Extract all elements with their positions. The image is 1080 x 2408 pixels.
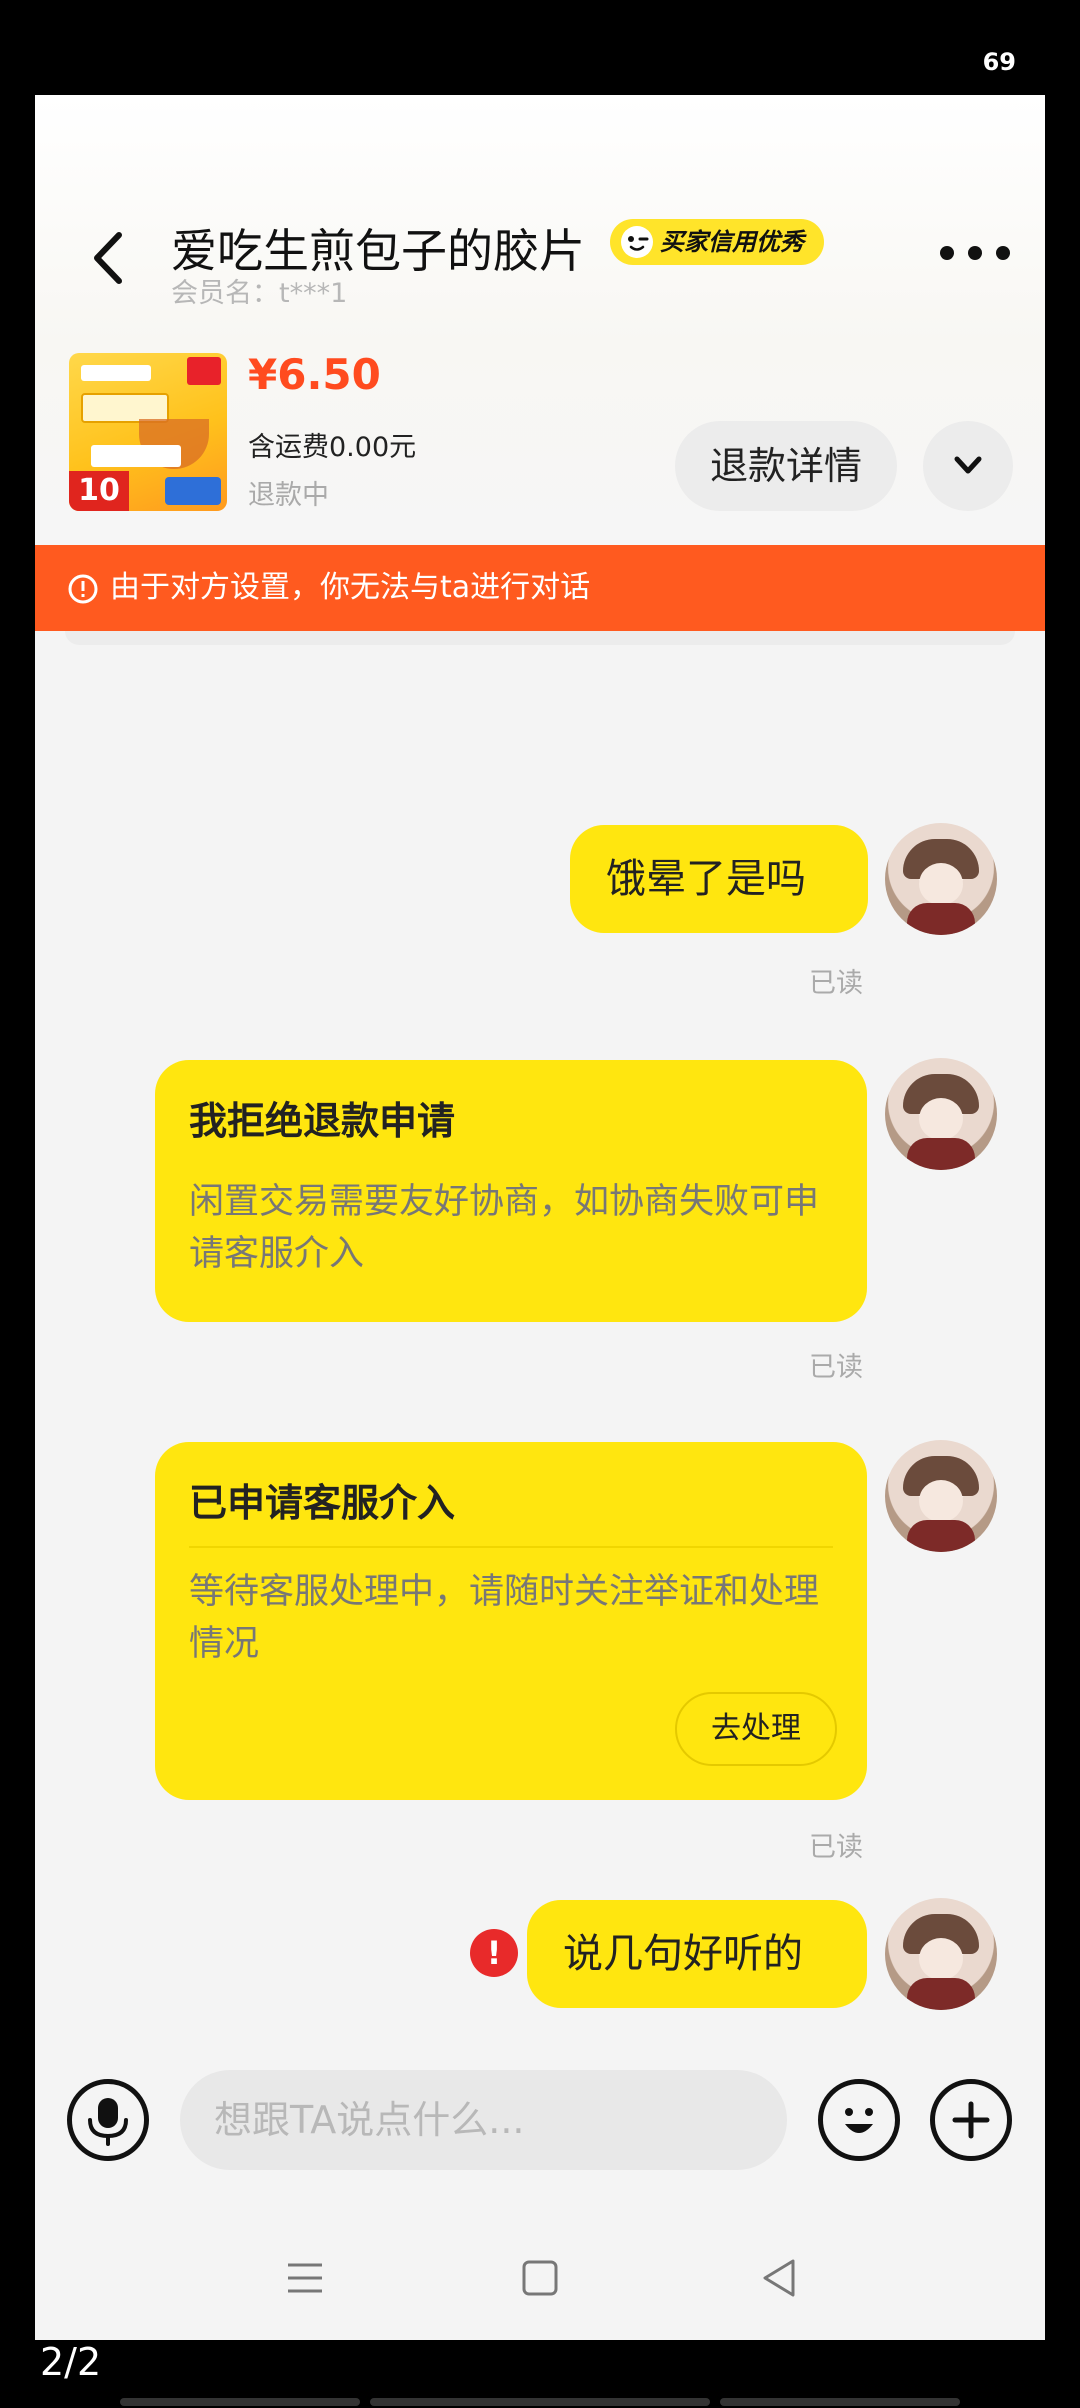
message-input[interactable] xyxy=(180,2070,787,2170)
customer-service-card[interactable]: 已申请客服介入 等待客服处理中，请随时关注举证和处理情况 去处理 xyxy=(155,1442,867,1800)
refund-details-button[interactable]: 退款详情 xyxy=(675,421,897,511)
product-price: ¥6.50 xyxy=(248,350,381,399)
expand-button[interactable] xyxy=(923,421,1013,511)
plus-icon[interactable] xyxy=(930,2079,1012,2161)
read-receipt: 已读 xyxy=(809,1352,863,1383)
microphone-glyph xyxy=(88,2098,128,2146)
chat-screen: 爱吃生煎包子的胶片 买家信用优秀 会员名：t***1 10 ¥6.50 含运费0… xyxy=(35,95,1045,2340)
status-bar: 69 xyxy=(0,0,1080,95)
more-dots-icon[interactable] xyxy=(940,243,1010,263)
order-status: 退款中 xyxy=(248,480,329,511)
avatar[interactable] xyxy=(885,1898,997,2010)
info-circle-icon xyxy=(68,574,98,604)
smile-icon[interactable] xyxy=(818,2079,900,2161)
back-button[interactable] xyxy=(83,225,139,291)
system-nav-bar xyxy=(35,2215,1045,2340)
scroll-indicator xyxy=(720,2398,960,2406)
home-icon[interactable] xyxy=(515,2253,565,2303)
plus-glyph xyxy=(952,2101,990,2139)
card-title: 我拒绝退款申请 xyxy=(189,1099,456,1143)
chat-header: 爱吃生煎包子的胶片 买家信用优秀 会员名：t***1 10 ¥6.50 含运费0… xyxy=(35,95,1045,545)
warning-text: 由于对方设置，你无法与ta进行对话 xyxy=(110,570,591,605)
card-body: 等待客服处理中，请随时关注举证和处理情况 xyxy=(189,1572,820,1664)
card-body: 闲置交易需要友好协商，如协商失败可申请客服介入 xyxy=(189,1182,820,1274)
credit-badge-label: 买家信用优秀 xyxy=(660,228,804,256)
shipping-fee: 含运费0.00元 xyxy=(248,432,417,463)
read-receipt: 已读 xyxy=(809,968,863,999)
menu-icon[interactable] xyxy=(280,2253,330,2303)
credit-badge[interactable]: 买家信用优秀 xyxy=(610,219,824,265)
input-bar xyxy=(35,2050,1045,2190)
chevron-left-icon xyxy=(94,232,122,284)
message-text: 饿晕了是吗 xyxy=(606,856,806,902)
scroll-indicator xyxy=(120,2398,360,2406)
header-card-edge xyxy=(65,631,1015,645)
warning-banner: 由于对方设置，你无法与ta进行对话 xyxy=(35,545,1045,631)
refund-reject-card[interactable]: 我拒绝退款申请 闲置交易需要友好协商，如协商失败可申请客服介入 xyxy=(155,1060,867,1322)
message-text: 说几句好听的 xyxy=(563,1931,803,1977)
avatar[interactable] xyxy=(885,823,997,935)
send-failed-icon[interactable]: ! xyxy=(470,1929,518,1977)
chevron-down-icon xyxy=(954,456,982,474)
thumbnail-number: 10 xyxy=(69,471,129,511)
battery-level: 69 xyxy=(982,48,1016,76)
smile-glyph xyxy=(845,2108,873,2133)
card-title: 已申请客服介入 xyxy=(189,1481,456,1525)
message-bubble[interactable]: 说几句好听的 xyxy=(527,1900,867,2008)
read-receipt: 已读 xyxy=(809,1832,863,1863)
go-handle-button[interactable]: 去处理 xyxy=(675,1692,837,1766)
wink-face-icon xyxy=(621,226,653,258)
product-thumbnail[interactable]: 10 xyxy=(69,353,227,511)
page-indicator: 2/2 xyxy=(40,2340,102,2384)
member-name: 会员名：t***1 xyxy=(171,278,348,309)
avatar[interactable] xyxy=(885,1058,997,1170)
back-triangle-icon[interactable] xyxy=(755,2253,805,2303)
avatar[interactable] xyxy=(885,1440,997,1552)
card-divider xyxy=(189,1546,833,1548)
scroll-indicator xyxy=(370,2398,710,2406)
microphone-icon[interactable] xyxy=(67,2079,149,2161)
message-bubble[interactable]: 饿晕了是吗 xyxy=(570,825,868,933)
